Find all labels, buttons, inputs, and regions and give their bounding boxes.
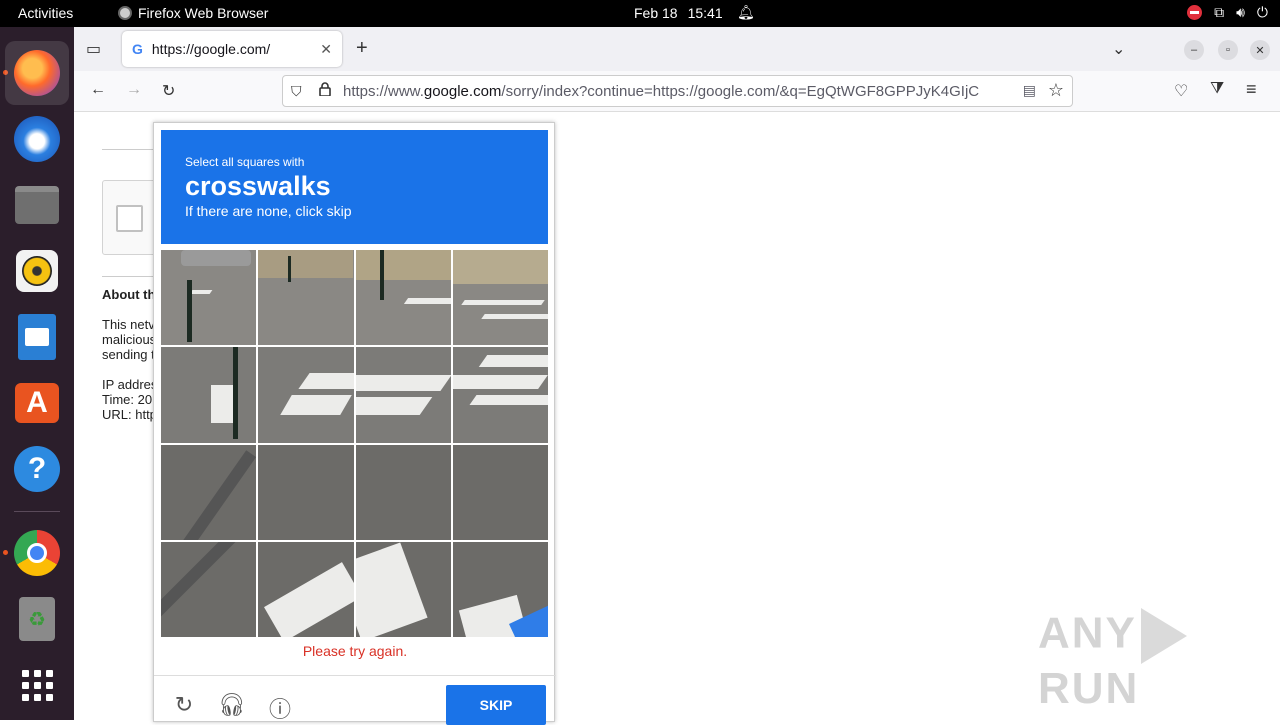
restore-icon[interactable]: ▫ [1218, 40, 1238, 60]
captcha-header: Select all squares with crosswalks If th… [161, 130, 548, 244]
reload-icon[interactable]: ↻ [162, 81, 175, 101]
captcha-instruction: Select all squares with [185, 155, 305, 169]
captcha-tile[interactable] [161, 347, 257, 443]
back-icon[interactable]: ← [90, 81, 106, 99]
tab-google[interactable]: G https://google.com/ ✕ [122, 31, 342, 67]
tab-bar: ▭ G https://google.com/ ✕ + ⌄ – ▫ ✕ [74, 27, 1280, 71]
captcha-tile[interactable] [452, 347, 548, 443]
anyrun-watermark: ANY RUN [1038, 608, 1280, 714]
time-label: 15:41 [687, 5, 723, 21]
captcha-target: crosswalks [185, 171, 331, 201]
firefox-icon[interactable] [5, 41, 69, 105]
skip-button[interactable]: SKIP [446, 685, 546, 725]
firefox-view-icon[interactable]: ▭ [86, 39, 101, 59]
captcha-tile[interactable] [161, 444, 257, 540]
activities-button[interactable]: Activities [18, 5, 73, 21]
files-icon[interactable] [5, 173, 69, 237]
url-domain: google.com [423, 82, 502, 100]
network-icon: ⧉ [1214, 4, 1225, 20]
captcha-hint: If there are none, click skip [185, 203, 352, 219]
error-message: Please try again. [302, 643, 408, 659]
app-grid-icon[interactable] [5, 653, 69, 717]
info-icon[interactable]: ⓘ [267, 692, 293, 724]
minimize-icon[interactable]: – [1184, 40, 1204, 60]
bookmark-star-icon[interactable]: ☆ [1048, 80, 1064, 101]
audio-challenge-icon[interactable]: 🎧︎ [218, 692, 246, 718]
captcha-tile[interactable] [452, 444, 548, 540]
url-prefix: https://www. [343, 82, 424, 100]
do-not-disturb-icon [1187, 5, 1203, 20]
captcha-tile[interactable] [258, 347, 354, 443]
thunderbird-icon[interactable] [5, 107, 69, 171]
app-menu[interactable]: Firefox Web Browser [118, 5, 268, 21]
forward-icon[interactable]: → [126, 81, 142, 99]
navigation-toolbar: ← → ↻ ⛉ https://www. google.com/sorry/ind… [74, 71, 1280, 112]
chrome-icon[interactable] [5, 521, 69, 585]
url-path: /sorry/index?continue=https://google.com… [501, 82, 980, 100]
captcha-tile[interactable] [355, 541, 451, 637]
captcha-tile[interactable] [161, 250, 257, 346]
app-menu-icon[interactable]: ≡ [1246, 79, 1257, 100]
captcha-tile[interactable] [355, 250, 451, 346]
info-paragraph-line: malicious [102, 332, 157, 347]
ip-address-line: IP addres [102, 377, 158, 392]
volume-icon: 🔊︎ [1236, 4, 1245, 20]
system-tray[interactable]: ⧉ 🔊︎ ⏻ [1187, 4, 1268, 21]
help-icon[interactable]: ? [5, 437, 69, 501]
captcha-tile[interactable] [258, 444, 354, 540]
captcha-tile[interactable] [355, 347, 451, 443]
watermark-left: ANY [1038, 608, 1137, 658]
reload-challenge-icon[interactable]: ↻ [171, 692, 197, 718]
power-icon: ⏻ [1256, 4, 1268, 20]
captcha-tile[interactable] [355, 444, 451, 540]
list-tabs-chevron-icon[interactable]: ⌄ [1112, 39, 1125, 59]
rhythmbox-icon[interactable] [5, 239, 69, 303]
captcha-image-grid [161, 250, 548, 637]
url-bar[interactable]: ⛉ https://www. google.com/sorry/index?con… [282, 75, 1073, 107]
new-tab-icon[interactable]: + [356, 37, 368, 60]
captcha-tile[interactable] [258, 541, 354, 637]
app-center-icon[interactable]: A [5, 371, 69, 435]
app-name: Firefox Web Browser [138, 5, 269, 21]
recaptcha-checkbox[interactable] [116, 205, 143, 232]
system-top-bar: Activities Firefox Web Browser Feb 18 15… [0, 0, 1280, 27]
captcha-tile[interactable] [452, 541, 548, 637]
date-label: Feb 18 [634, 5, 678, 21]
clock[interactable]: Feb 18 15:41 [634, 5, 723, 21]
captcha-challenge: Select all squares with crosswalks If th… [153, 122, 556, 725]
reader-view-icon[interactable]: ▤ [1023, 82, 1036, 99]
libreoffice-impress-icon[interactable] [5, 305, 69, 369]
about-heading: About th [102, 287, 156, 302]
info-paragraph-line: This netv [102, 317, 155, 332]
google-favicon-icon: G [132, 41, 143, 57]
pocket-icon[interactable]: ♡ [1174, 81, 1188, 101]
extensions-icon[interactable]: ⧩ [1210, 80, 1224, 98]
dock: A ? ♻ [0, 27, 74, 720]
play-logo-icon [1140, 608, 1187, 664]
close-tab-icon[interactable]: ✕ [320, 41, 332, 58]
dock-separator [14, 511, 60, 512]
close-window-icon[interactable]: ✕ [1250, 40, 1270, 60]
captcha-tile[interactable] [452, 250, 548, 346]
tab-title: https://google.com/ [151, 41, 271, 57]
watermark-right: RUN [1038, 664, 1140, 713]
time-line: Time: 20 [102, 392, 153, 407]
url-line: URL: http [102, 407, 157, 422]
tracking-protection-icon[interactable]: ⛉ [291, 83, 302, 100]
lock-icon[interactable] [319, 82, 331, 96]
notification-bell-icon[interactable]: 🔔︎ [737, 4, 755, 21]
info-paragraph-line: sending t [102, 347, 155, 362]
trash-icon[interactable]: ♻ [5, 587, 69, 651]
firefox-small-icon [118, 6, 132, 20]
captcha-footer: ↻ 🎧︎ ⓘ SKIP [154, 675, 556, 725]
captcha-tile[interactable] [161, 541, 257, 637]
captcha-tile[interactable] [258, 250, 354, 346]
